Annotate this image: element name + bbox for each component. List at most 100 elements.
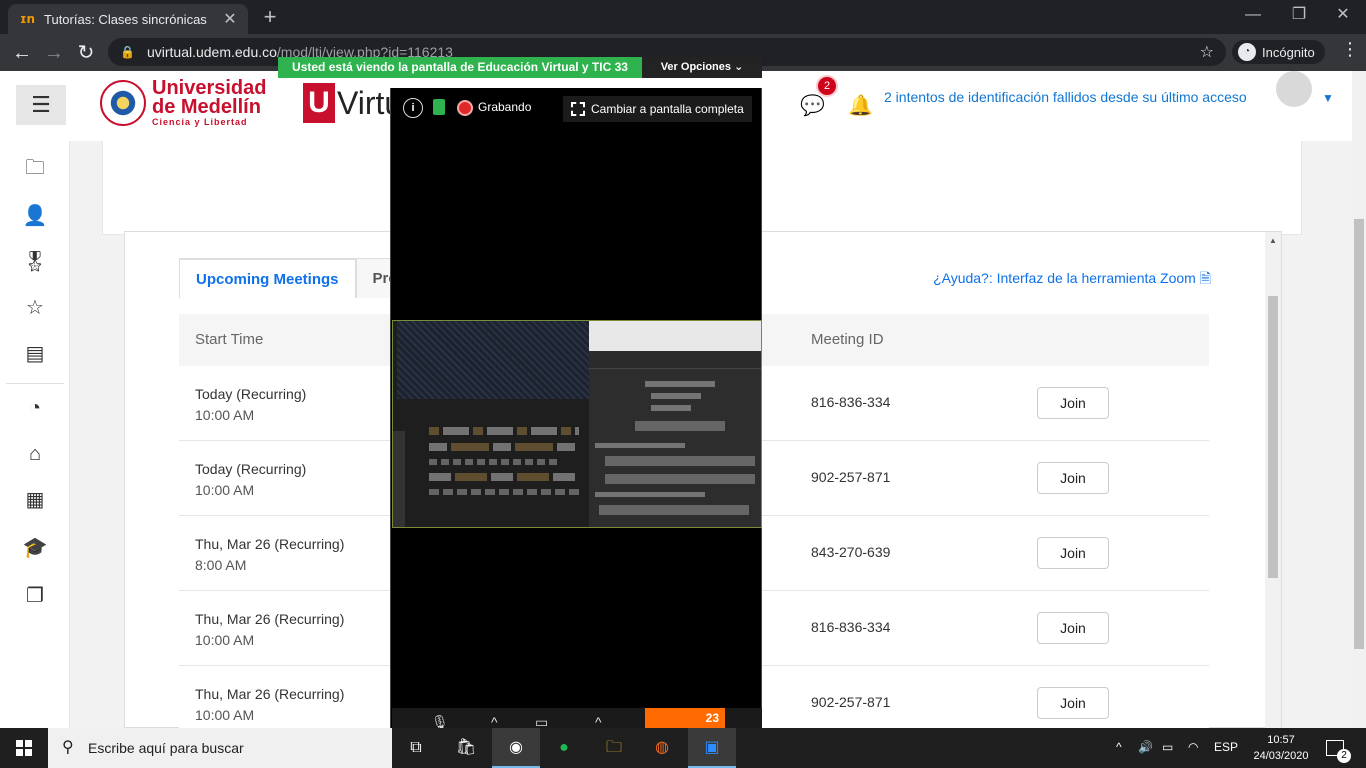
- origin-icon[interactable]: ◍: [638, 728, 686, 768]
- fullscreen-label: Cambiar a pantalla completa: [591, 102, 744, 116]
- participants-button[interactable]: 23: [645, 708, 725, 728]
- encryption-lock-icon[interactable]: [433, 99, 445, 115]
- logo-line2: de Medellín: [152, 96, 261, 118]
- chrome-icon[interactable]: ◉: [492, 728, 540, 768]
- failed-login-notice[interactable]: 2 intentos de identificación fallidos de…: [884, 89, 1247, 105]
- shared-screen-left-pane: [393, 321, 589, 527]
- file-explorer-icon[interactable]: 🗀: [590, 728, 638, 768]
- show-hidden-icons-chevron-icon[interactable]: ^: [1116, 740, 1122, 754]
- home-icon[interactable]: ⌂: [22, 441, 48, 467]
- audio-options-chevron-icon[interactable]: ^: [491, 714, 513, 730]
- close-window-button[interactable]: ✕: [1320, 0, 1366, 30]
- start-button[interactable]: [0, 728, 48, 768]
- back-button[interactable]: ←: [8, 39, 36, 67]
- meeting-time: 10:00 AM: [195, 482, 255, 498]
- task-view-icon[interactable]: ⧉: [392, 728, 440, 768]
- meeting-id: 902-257-871: [811, 469, 891, 485]
- browser-tab[interactable]: ɪn Tutorías: Clases sincrónicas ✕: [8, 4, 248, 34]
- shared-math-text: [595, 381, 755, 515]
- desktop-wallpaper: [397, 321, 589, 399]
- bookmark-star-icon[interactable]: ☆: [1200, 42, 1214, 62]
- forward-button[interactable]: →: [40, 39, 68, 67]
- page-scrollbar-thumb[interactable]: [1354, 219, 1364, 649]
- incognito-indicator[interactable]: ◔ Incógnito: [1232, 40, 1325, 64]
- spotify-icon[interactable]: ●: [540, 728, 588, 768]
- new-tab-button[interactable]: +: [256, 5, 284, 29]
- tab-upcoming-meetings[interactable]: Upcoming Meetings: [179, 258, 356, 298]
- dashboard-gauge-icon[interactable]: ◔: [22, 395, 48, 421]
- zoom-app-icon[interactable]: ▣: [688, 728, 736, 768]
- input-language[interactable]: ESP: [1214, 740, 1238, 754]
- browser-menu-icon[interactable]: ⋮: [1340, 39, 1360, 60]
- mute-microphone-icon[interactable]: 🎙: [431, 714, 453, 730]
- meeting-id: 816-836-334: [811, 394, 891, 410]
- user-avatar[interactable]: [1276, 71, 1312, 107]
- logo-tagline: Ciencia y Libertad: [152, 117, 248, 127]
- taskbar-clock[interactable]: 10:57 24/03/2020: [1250, 732, 1312, 764]
- meeting-day: Today (Recurring): [195, 461, 307, 477]
- hamburger-menu-button[interactable]: ☰: [16, 85, 66, 125]
- meeting-id: 843-270-639: [811, 544, 891, 560]
- scroll-up-arrow-icon[interactable]: ▲: [1269, 236, 1277, 245]
- meeting-day: Thu, Mar 26 (Recurring): [195, 536, 345, 552]
- incognito-icon: ◔: [1238, 43, 1256, 61]
- uvirtual-logo[interactable]: U Virtu: [303, 83, 402, 123]
- shared-code-text: [429, 427, 589, 495]
- badges-icon[interactable]: 🎖: [22, 249, 48, 275]
- private-files-icon[interactable]: ❐: [22, 583, 48, 609]
- lock-icon: 🔒: [120, 45, 135, 59]
- wifi-icon[interactable]: ◠: [1188, 740, 1198, 754]
- university-logo[interactable]: Universidad de Medellín Ciencia y Libert…: [100, 78, 266, 127]
- star-icon[interactable]: ☆: [22, 295, 48, 321]
- graduation-cap-icon[interactable]: 🎓: [22, 535, 48, 561]
- grades-book-icon[interactable]: ▤: [22, 341, 48, 367]
- join-button[interactable]: Join: [1037, 462, 1109, 494]
- restore-window-button[interactable]: ❐: [1276, 0, 1322, 30]
- fullscreen-icon: [571, 102, 585, 116]
- page-scrollbar[interactable]: [1352, 71, 1366, 728]
- volume-icon[interactable]: 🔊: [1138, 740, 1153, 754]
- frame-scrollbar-thumb[interactable]: [1268, 296, 1278, 578]
- col-meeting-id: Meeting ID: [811, 331, 884, 348]
- fullscreen-button[interactable]: Cambiar a pantalla completa: [563, 96, 752, 122]
- join-button[interactable]: Join: [1037, 537, 1109, 569]
- recording-label: Grabando: [478, 100, 532, 114]
- meetings-tabs: Upcoming Meetings Prev: [179, 258, 423, 298]
- chevron-down-icon: ⌄: [734, 61, 744, 73]
- zoom-help-link[interactable]: ¿Ayuda?: Interfaz de la herramienta Zoom…: [933, 268, 1211, 292]
- meeting-time: 10:00 AM: [195, 707, 255, 723]
- video-options-chevron-icon[interactable]: ^: [595, 714, 617, 730]
- close-tab-icon[interactable]: ✕: [218, 9, 242, 29]
- notifications-count: 2: [1337, 749, 1351, 763]
- meeting-info-icon[interactable]: i: [403, 98, 423, 118]
- join-button[interactable]: Join: [1037, 387, 1109, 419]
- meeting-day: Thu, Mar 26 (Recurring): [195, 686, 345, 702]
- folder-icon[interactable]: 🗀: [22, 155, 48, 181]
- moodle-icon: ɪn: [20, 12, 36, 26]
- action-center-icon[interactable]: 2: [1326, 740, 1351, 763]
- frame-scrollbar[interactable]: ▲: [1265, 232, 1281, 729]
- user-menu-chevron-down-icon[interactable]: ▼: [1322, 91, 1334, 105]
- shared-screen-right-pane: [589, 321, 761, 527]
- participants-count: 23: [705, 711, 719, 725]
- battery-icon[interactable]: ▭: [1162, 740, 1173, 754]
- minimize-window-button[interactable]: —: [1230, 0, 1276, 30]
- microsoft-store-icon[interactable]: 🛍: [442, 728, 490, 768]
- notifications-bell-icon[interactable]: 🔔: [848, 93, 873, 118]
- document-icon: 🗎: [1199, 270, 1211, 286]
- incognito-label: Incógnito: [1262, 44, 1315, 60]
- join-button[interactable]: Join: [1037, 612, 1109, 644]
- view-options-button[interactable]: Ver Opciones ⌄: [642, 57, 762, 78]
- messages-icon[interactable]: 💬: [800, 93, 825, 118]
- stop-video-icon[interactable]: ▭: [535, 714, 557, 730]
- participants-icon[interactable]: 👤: [22, 203, 48, 229]
- windows-logo-icon: [16, 740, 32, 756]
- taskbar-search-box[interactable]: ⚲ Escribe aquí para buscar: [48, 728, 392, 768]
- join-button[interactable]: Join: [1037, 687, 1109, 719]
- calendar-icon[interactable]: ▦: [22, 487, 48, 513]
- left-nav-drawer: 🗀 👤 🎖 ☆ ▤ ◔ ⌂ ▦ 🎓 ❐: [0, 141, 70, 728]
- reload-button[interactable]: ↻: [72, 39, 100, 67]
- uvirtual-logo-letter: U: [303, 83, 335, 123]
- clock-date: 24/03/2020: [1253, 750, 1309, 762]
- view-options-label: Ver Opciones: [660, 61, 732, 73]
